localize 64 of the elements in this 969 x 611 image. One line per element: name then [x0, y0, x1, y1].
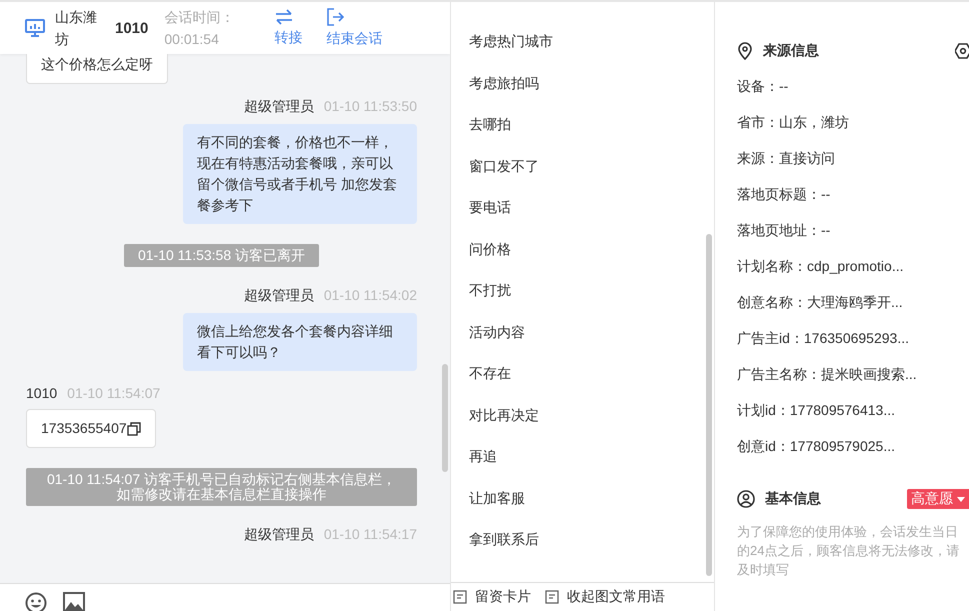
section-title: 来源信息 [763, 42, 819, 60]
emoji-icon[interactable] [25, 592, 47, 611]
system-notice: 01-10 11:53:58 访客已离开 [124, 244, 320, 267]
message-time: 01-10 11:54:07 [67, 385, 160, 401]
info-field: 来源：直接访问 [737, 148, 969, 184]
system-notice: 01-10 11:54:07 访客手机号已自动标记右侧基本信息栏，如需修改请在基本信息栏直接操作 [26, 468, 417, 506]
quick-phrase[interactable]: 去哪拍 [469, 113, 511, 154]
section-title: 基本信息 [765, 490, 821, 508]
image-icon[interactable] [63, 592, 85, 611]
monitor-icon [25, 19, 45, 37]
scrollbar-thumb[interactable] [442, 364, 448, 472]
quick-phrase[interactable]: 考虑旅拍吗 [469, 72, 539, 113]
scrollbar-thumb[interactable] [706, 234, 712, 576]
info-field: 设备：-- [737, 76, 969, 112]
copy-icon[interactable] [126, 422, 141, 436]
transfer-button[interactable]: 转接 [274, 9, 302, 47]
quick-phrase[interactable]: 对比再决定 [469, 404, 539, 445]
intent-dropdown[interactable]: 高意愿 [907, 489, 969, 509]
sender-name: 1010 [26, 385, 58, 401]
message-text: 这个价格怎么定呀 [41, 55, 153, 74]
info-field: 落地页地址：-- [737, 220, 969, 256]
document-icon [453, 590, 467, 604]
info-field: 创意id：177809579025... [737, 436, 969, 472]
end-session-button[interactable]: 结束会话 [326, 8, 382, 48]
quick-phrase[interactable]: 拿到联系后 [469, 528, 539, 570]
info-field: 落地页标题：-- [737, 184, 969, 220]
quick-phrase[interactable]: 不存在 [469, 362, 511, 404]
message-text: 有不同的套餐，价格也不一样，现在有特惠活动套餐哦，亲可以留个微信号或者手机号 加您发套餐参考下 [197, 133, 398, 215]
quick-phrase[interactable]: 让加客服 [469, 486, 525, 528]
info-field: 创意名称：大理海鸥季开... [737, 292, 969, 328]
info-field: 计划id：177809576413... [737, 400, 969, 436]
session-time-label: 会话时间： [164, 8, 236, 27]
message-time: 01-10 11:54:02 [324, 287, 417, 305]
message-text: 17353655407 [41, 419, 127, 438]
location-pin-icon [737, 42, 753, 60]
caret-icon [957, 496, 965, 502]
settings-icon[interactable] [955, 42, 969, 60]
toolbar-button[interactable]: 留资卡片 [453, 588, 531, 606]
info-field: 计划名称：cdp_promotio... [737, 256, 969, 292]
message-time: 01-10 11:53:50 [324, 98, 417, 116]
swap-arrows-icon [274, 9, 294, 25]
document-icon [545, 590, 559, 604]
exit-icon [326, 8, 344, 26]
message-text: 微信上给您发各个套餐内容详细看下可以吗？ [197, 322, 394, 362]
quick-phrase[interactable]: 窗口发不了 [469, 154, 539, 196]
quick-phrase[interactable]: 考虑热门城市 [469, 30, 553, 72]
sender-name: 超级管理员 [244, 526, 314, 544]
quick-phrase[interactable]: 活动内容 [469, 320, 525, 362]
quick-phrase[interactable]: 再追 [469, 445, 497, 486]
info-field: 广告主名称：提米映画搜索... [737, 364, 969, 400]
info-field: 广告主id：176350695293... [737, 328, 969, 364]
sender-name: 超级管理员 [244, 98, 314, 116]
toolbar-button[interactable]: 收起图文常用语 [545, 588, 665, 606]
message-time: 01-10 11:54:17 [324, 526, 417, 544]
quick-phrase[interactable]: 要电话 [469, 196, 511, 238]
session-time: 00:01:54 [164, 30, 220, 49]
user-circle-icon [737, 490, 755, 508]
visitor-location: 山东潍坊 [55, 8, 98, 49]
visitor-id: 1010 [115, 20, 148, 36]
quick-phrase[interactable]: 不打扰 [469, 279, 511, 320]
sender-name: 超级管理员 [244, 287, 314, 305]
quick-phrase[interactable]: 问价格 [469, 238, 511, 279]
info-field: 省市：山东，潍坊 [737, 112, 969, 148]
info-note: 为了保障您的使用体验，会话发生当日的24点之后，顾客信息将无法修改，请及时填写 [737, 523, 960, 579]
